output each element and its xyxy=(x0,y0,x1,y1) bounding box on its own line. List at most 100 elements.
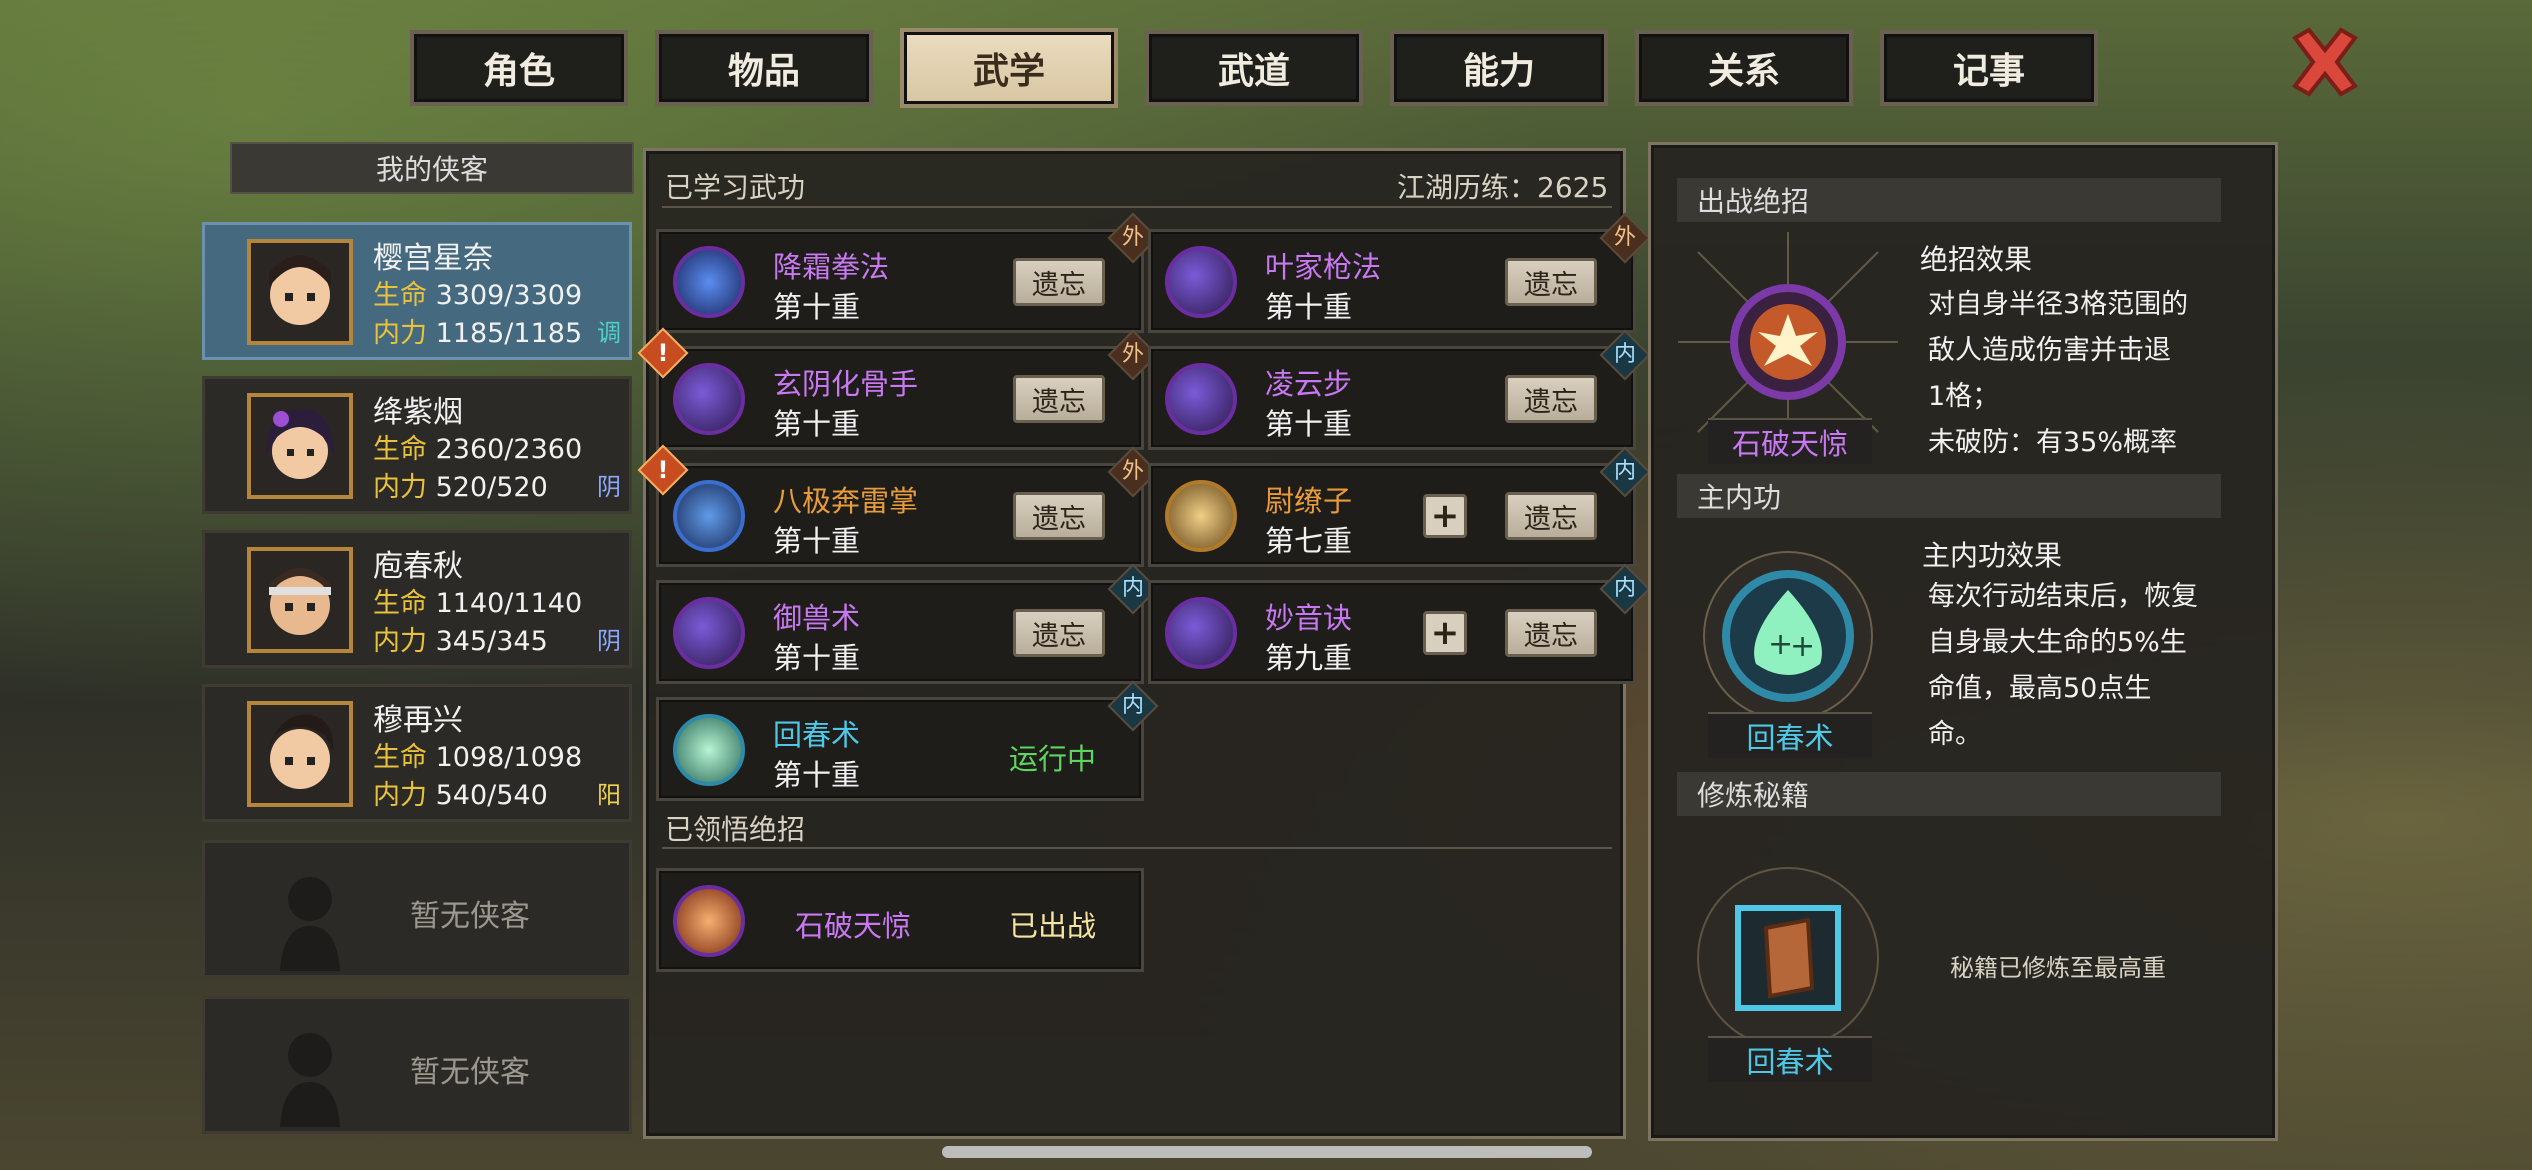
ultimate-name: 石破天惊 xyxy=(795,909,912,943)
arm-icon xyxy=(1165,480,1237,552)
hp-row: 生命 1140/1140 xyxy=(373,588,583,619)
skill-name: 玄阴化骨手 xyxy=(773,367,919,401)
hp-row: 生命 1098/1098 xyxy=(373,742,583,773)
skill-level: 第十重 xyxy=(773,290,861,324)
skill-card-ye-spear[interactable]: 叶家枪法 第十重 遗忘 外 xyxy=(1148,212,1651,333)
manual-icon xyxy=(1697,867,1879,1049)
skill-card-thunder-palm[interactable]: 八极奔雷掌 第十重 遗忘 外 ! xyxy=(637,444,1159,567)
skill-card-cloud-step[interactable]: 凌云步 第十重 遗忘 内 xyxy=(1148,329,1651,450)
energy-tag: 阴 xyxy=(597,473,621,501)
skill-name: 叶家枪法 xyxy=(1265,250,1382,284)
home-indicator[interactable] xyxy=(942,1146,1592,1158)
manual-label: 回春术 xyxy=(1708,1036,1872,1082)
energy-tag: 调 xyxy=(597,319,621,347)
hp-row: 生命 2360/2360 xyxy=(373,434,583,465)
tab-abilities[interactable]: 能力 xyxy=(1390,30,1608,106)
skill-card-wei-liao-zi[interactable]: 尉缭子 第七重 + 遗忘 内 xyxy=(1148,446,1651,567)
skill-name: 凌云步 xyxy=(1265,367,1353,401)
training-manual-header: 修炼秘籍 xyxy=(1677,772,2221,816)
close-button[interactable] xyxy=(2285,22,2365,102)
skill-card-beast-taming[interactable]: 御兽术 第十重 遗忘 内 xyxy=(656,563,1159,684)
upgrade-button[interactable]: + xyxy=(1423,611,1467,655)
running-status: 运行中 xyxy=(1009,742,1097,776)
battle-ultimate-header: 出战绝招 xyxy=(1677,178,2221,222)
svg-text:+: + xyxy=(1790,629,1815,664)
skill-level: 第十重 xyxy=(773,407,861,441)
ultimate-effect-text: 对自身半径3格范围的 敌人造成伤害并击退 1格； 未破防：有35%概率 xyxy=(1928,289,2189,456)
empty-slot-1[interactable]: 暂无侠客 xyxy=(202,840,632,978)
skill-name: 八极奔雷掌 xyxy=(773,484,919,518)
learned-skills-title: 已学习武功 xyxy=(665,171,806,204)
ultimate-label: 石破天惊 xyxy=(1708,418,1872,464)
mp-row: 内力 520/520 xyxy=(373,472,548,503)
claw-icon xyxy=(673,597,745,669)
skill-card-wonder-sound[interactable]: 妙音诀 第九重 + 遗忘 内 xyxy=(1148,563,1651,684)
experience-counter: 江湖历练：2625 xyxy=(1397,171,1609,204)
ultimate-icon xyxy=(673,885,745,957)
forget-button[interactable]: 遗忘 xyxy=(1013,258,1105,306)
sound-icon xyxy=(1165,597,1237,669)
mp-row: 内力 540/540 xyxy=(373,780,548,811)
tab-martial-way[interactable]: 武道 xyxy=(1145,30,1363,106)
forget-button[interactable]: 遗忘 xyxy=(1505,492,1597,540)
tab-relations[interactable]: 关系 xyxy=(1635,30,1853,106)
mp-row: 内力 1185/1185 xyxy=(373,318,583,349)
forget-button[interactable]: 遗忘 xyxy=(1013,609,1105,657)
energy-tag: 阴 xyxy=(597,627,621,655)
character-card-4[interactable]: 穆再兴 生命 1098/1098 内力 540/540 阳 xyxy=(202,684,632,822)
skill-card-frost-fist[interactable]: 降霜拳法 第十重 遗忘 外 xyxy=(656,212,1159,333)
silhouette-icon xyxy=(280,877,340,971)
forget-button[interactable]: 遗忘 xyxy=(1013,375,1105,423)
heal-icon xyxy=(673,714,745,786)
skill-level: 第十重 xyxy=(773,758,861,792)
avatar xyxy=(247,547,353,653)
skill-name: 降霜拳法 xyxy=(773,250,890,284)
character-card-2[interactable]: 绛紫烟 生命 2360/2360 内力 520/520 阴 xyxy=(202,376,632,514)
forget-button[interactable]: 遗忘 xyxy=(1505,609,1597,657)
main-internal-label: 回春术 xyxy=(1708,712,1872,758)
character-name: 穆再兴 xyxy=(373,703,463,738)
tab-items[interactable]: 物品 xyxy=(655,30,873,106)
forget-button[interactable]: 遗忘 xyxy=(1013,492,1105,540)
skill-card-yin-hand[interactable]: 玄阴化骨手 第十重 遗忘 外 ! xyxy=(637,327,1159,450)
my-heroes-header: 我的侠客 xyxy=(230,142,634,194)
thunder-palm-icon xyxy=(673,480,745,552)
skill-level: 第十重 xyxy=(773,524,861,558)
tab-bar: 角色 物品 武学 武道 能力 关系 记事 xyxy=(400,28,2100,110)
hp-row: 生命 3309/3309 xyxy=(373,280,583,311)
skill-name: 妙音诀 xyxy=(1265,601,1353,635)
forget-button[interactable]: 遗忘 xyxy=(1505,258,1597,306)
spear-icon xyxy=(1165,246,1237,318)
frost-fist-icon xyxy=(673,246,745,318)
main-internal-header: 主内功 xyxy=(1677,474,2221,518)
skill-level: 第十重 xyxy=(773,641,861,675)
energy-tag: 阳 xyxy=(597,781,621,809)
manual-status: 秘籍已修炼至最高重 xyxy=(1950,954,2166,982)
skill-level: 第十重 xyxy=(1265,407,1353,441)
skill-level: 第七重 xyxy=(1265,524,1353,558)
main-effect-text: 每次行动结束后，恢复 自身最大生命的5%生 命值，最高50点生 命。 xyxy=(1928,581,2198,750)
tab-journal[interactable]: 记事 xyxy=(1880,30,2098,106)
character-name: 樱宫星奈 xyxy=(373,241,493,276)
avatar xyxy=(247,701,353,807)
silhouette-icon xyxy=(280,1033,340,1127)
avatar xyxy=(247,239,353,345)
divider xyxy=(662,206,1612,208)
character-name: 绛紫烟 xyxy=(373,395,463,430)
main-effect-title: 主内功效果 xyxy=(1922,539,2063,572)
skill-name: 尉缭子 xyxy=(1265,484,1353,518)
forget-button[interactable]: 遗忘 xyxy=(1505,375,1597,423)
skill-name: 御兽术 xyxy=(773,601,861,635)
tab-martial-arts[interactable]: 武学 xyxy=(900,28,1118,108)
skill-card-rejuvenation[interactable]: 回春术 第十重 运行中 内 xyxy=(656,680,1159,801)
avatar xyxy=(247,393,353,499)
empty-slot-2[interactable]: 暂无侠客 xyxy=(202,996,632,1134)
close-icon xyxy=(2292,27,2358,97)
upgrade-button[interactable]: + xyxy=(1423,494,1467,538)
character-card-1[interactable]: 樱宫星奈 生命 3309/3309 内力 1185/1185 调 xyxy=(202,222,632,360)
ultimate-card[interactable]: 石破天惊 已出战 xyxy=(656,868,1144,972)
empty-slot-label: 暂无侠客 xyxy=(410,899,530,934)
character-card-3[interactable]: 庖春秋 生命 1140/1140 内力 345/345 阴 xyxy=(202,530,632,668)
tab-character[interactable]: 角色 xyxy=(410,30,628,106)
step-icon xyxy=(1165,363,1237,435)
